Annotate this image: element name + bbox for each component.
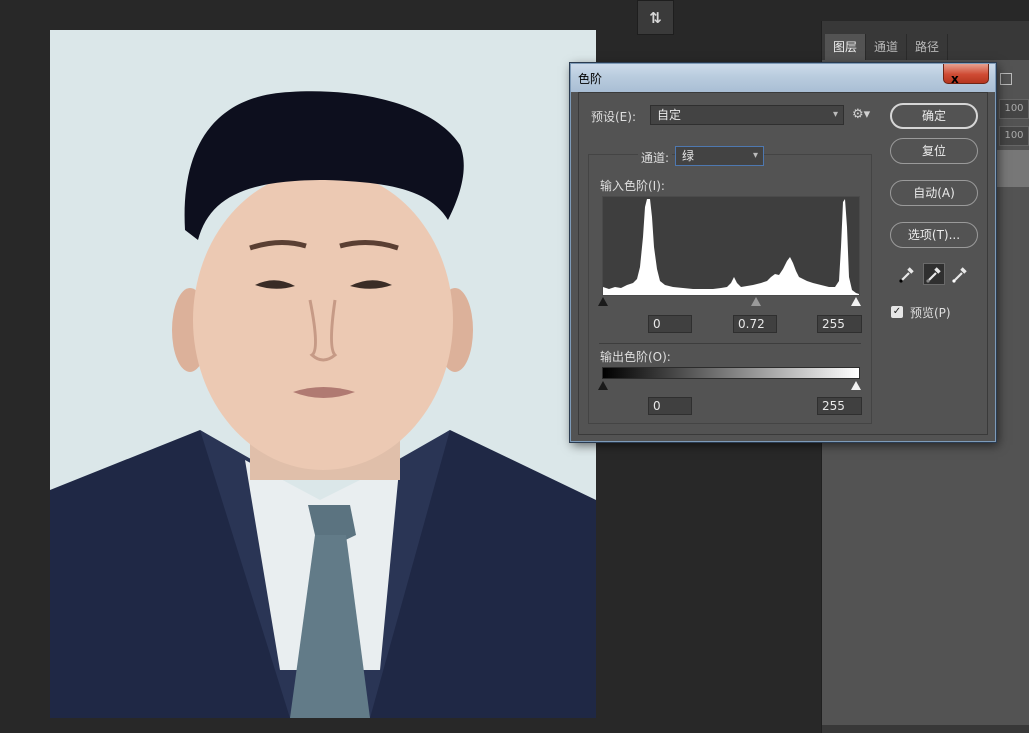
preset-options-gear-icon[interactable]: ⚙▾ — [852, 105, 872, 125]
portrait-image — [50, 30, 596, 718]
input-gamma-field[interactable]: 0.72 — [733, 315, 777, 333]
histogram — [602, 196, 860, 296]
tab-layers[interactable]: 图层 — [825, 34, 867, 60]
arrange-documents-button[interactable]: ⇅ — [637, 0, 674, 35]
input-white-field[interactable]: 255 — [817, 315, 862, 333]
layer-lock-icon[interactable] — [1000, 73, 1012, 85]
white-point-eyedropper[interactable] — [949, 263, 971, 285]
ok-button[interactable]: 确定 — [890, 103, 978, 129]
panel-footer — [822, 725, 1029, 733]
auto-button[interactable]: 自动(A) — [890, 180, 978, 206]
eyedropper-black-icon — [899, 267, 914, 283]
close-button[interactable]: x — [943, 64, 989, 86]
panel-tabs: 图层 通道 路径 — [822, 21, 1029, 60]
gray-point-eyedropper[interactable] — [923, 263, 945, 285]
dialog-title-bar[interactable]: 色阶 x — [571, 64, 995, 92]
levels-dialog: 色阶 x 预设(E): 自定 ▾ ⚙▾ 通道: 绿 ▾ 输入色阶(I): 0 0… — [570, 63, 996, 442]
preview-label[interactable]: 预览(P) — [910, 304, 951, 321]
input-black-field[interactable]: 0 — [648, 315, 692, 333]
preview-checkbox[interactable]: ✓ — [891, 306, 903, 318]
layer-row-highlight[interactable] — [992, 150, 1029, 187]
input-levels-label: 输入色阶(I): — [600, 179, 665, 193]
fill-field[interactable]: 100 — [999, 126, 1029, 146]
output-gradient-bar — [602, 367, 860, 379]
options-button[interactable]: 选项(T)... — [890, 222, 978, 248]
histogram-graph — [603, 199, 859, 295]
reset-button[interactable]: 复位 — [890, 138, 978, 164]
preset-label: 预设(E): — [591, 110, 636, 124]
eyedropper-white-icon — [952, 267, 967, 283]
divider — [599, 343, 861, 344]
input-gamma-slider[interactable] — [751, 297, 761, 306]
arrange-icon: ⇅ — [649, 8, 662, 27]
close-icon: x — [951, 72, 959, 86]
output-white-slider[interactable] — [851, 381, 861, 390]
preset-select[interactable]: 自定 ▾ — [650, 105, 844, 125]
output-black-field[interactable]: 0 — [648, 397, 692, 415]
chevron-down-icon: ▾ — [832, 109, 838, 120]
opacity-field[interactable]: 100 — [999, 99, 1029, 119]
preset-value: 自定 — [657, 108, 682, 122]
tab-paths[interactable]: 路径 — [907, 34, 949, 60]
tab-channels[interactable]: 通道 — [866, 34, 908, 60]
output-levels-label: 输出色阶(O): — [600, 350, 671, 364]
output-black-slider[interactable] — [598, 381, 608, 390]
dialog-title: 色阶 — [578, 72, 603, 86]
black-point-eyedropper[interactable] — [896, 263, 918, 285]
channel-select[interactable]: 绿 ▾ — [675, 146, 764, 166]
chevron-down-icon: ▾ — [752, 150, 758, 161]
dialog-body: 预设(E): 自定 ▾ ⚙▾ 通道: 绿 ▾ 输入色阶(I): 0 0.72 2… — [578, 92, 988, 435]
eyedropper-gray-icon — [926, 267, 941, 283]
output-white-field[interactable]: 255 — [817, 397, 862, 415]
channel-value: 绿 — [682, 149, 695, 163]
input-white-slider[interactable] — [851, 297, 861, 306]
input-black-slider[interactable] — [598, 297, 608, 306]
channel-label: 通道: — [638, 149, 673, 166]
document-canvas[interactable] — [50, 30, 596, 718]
